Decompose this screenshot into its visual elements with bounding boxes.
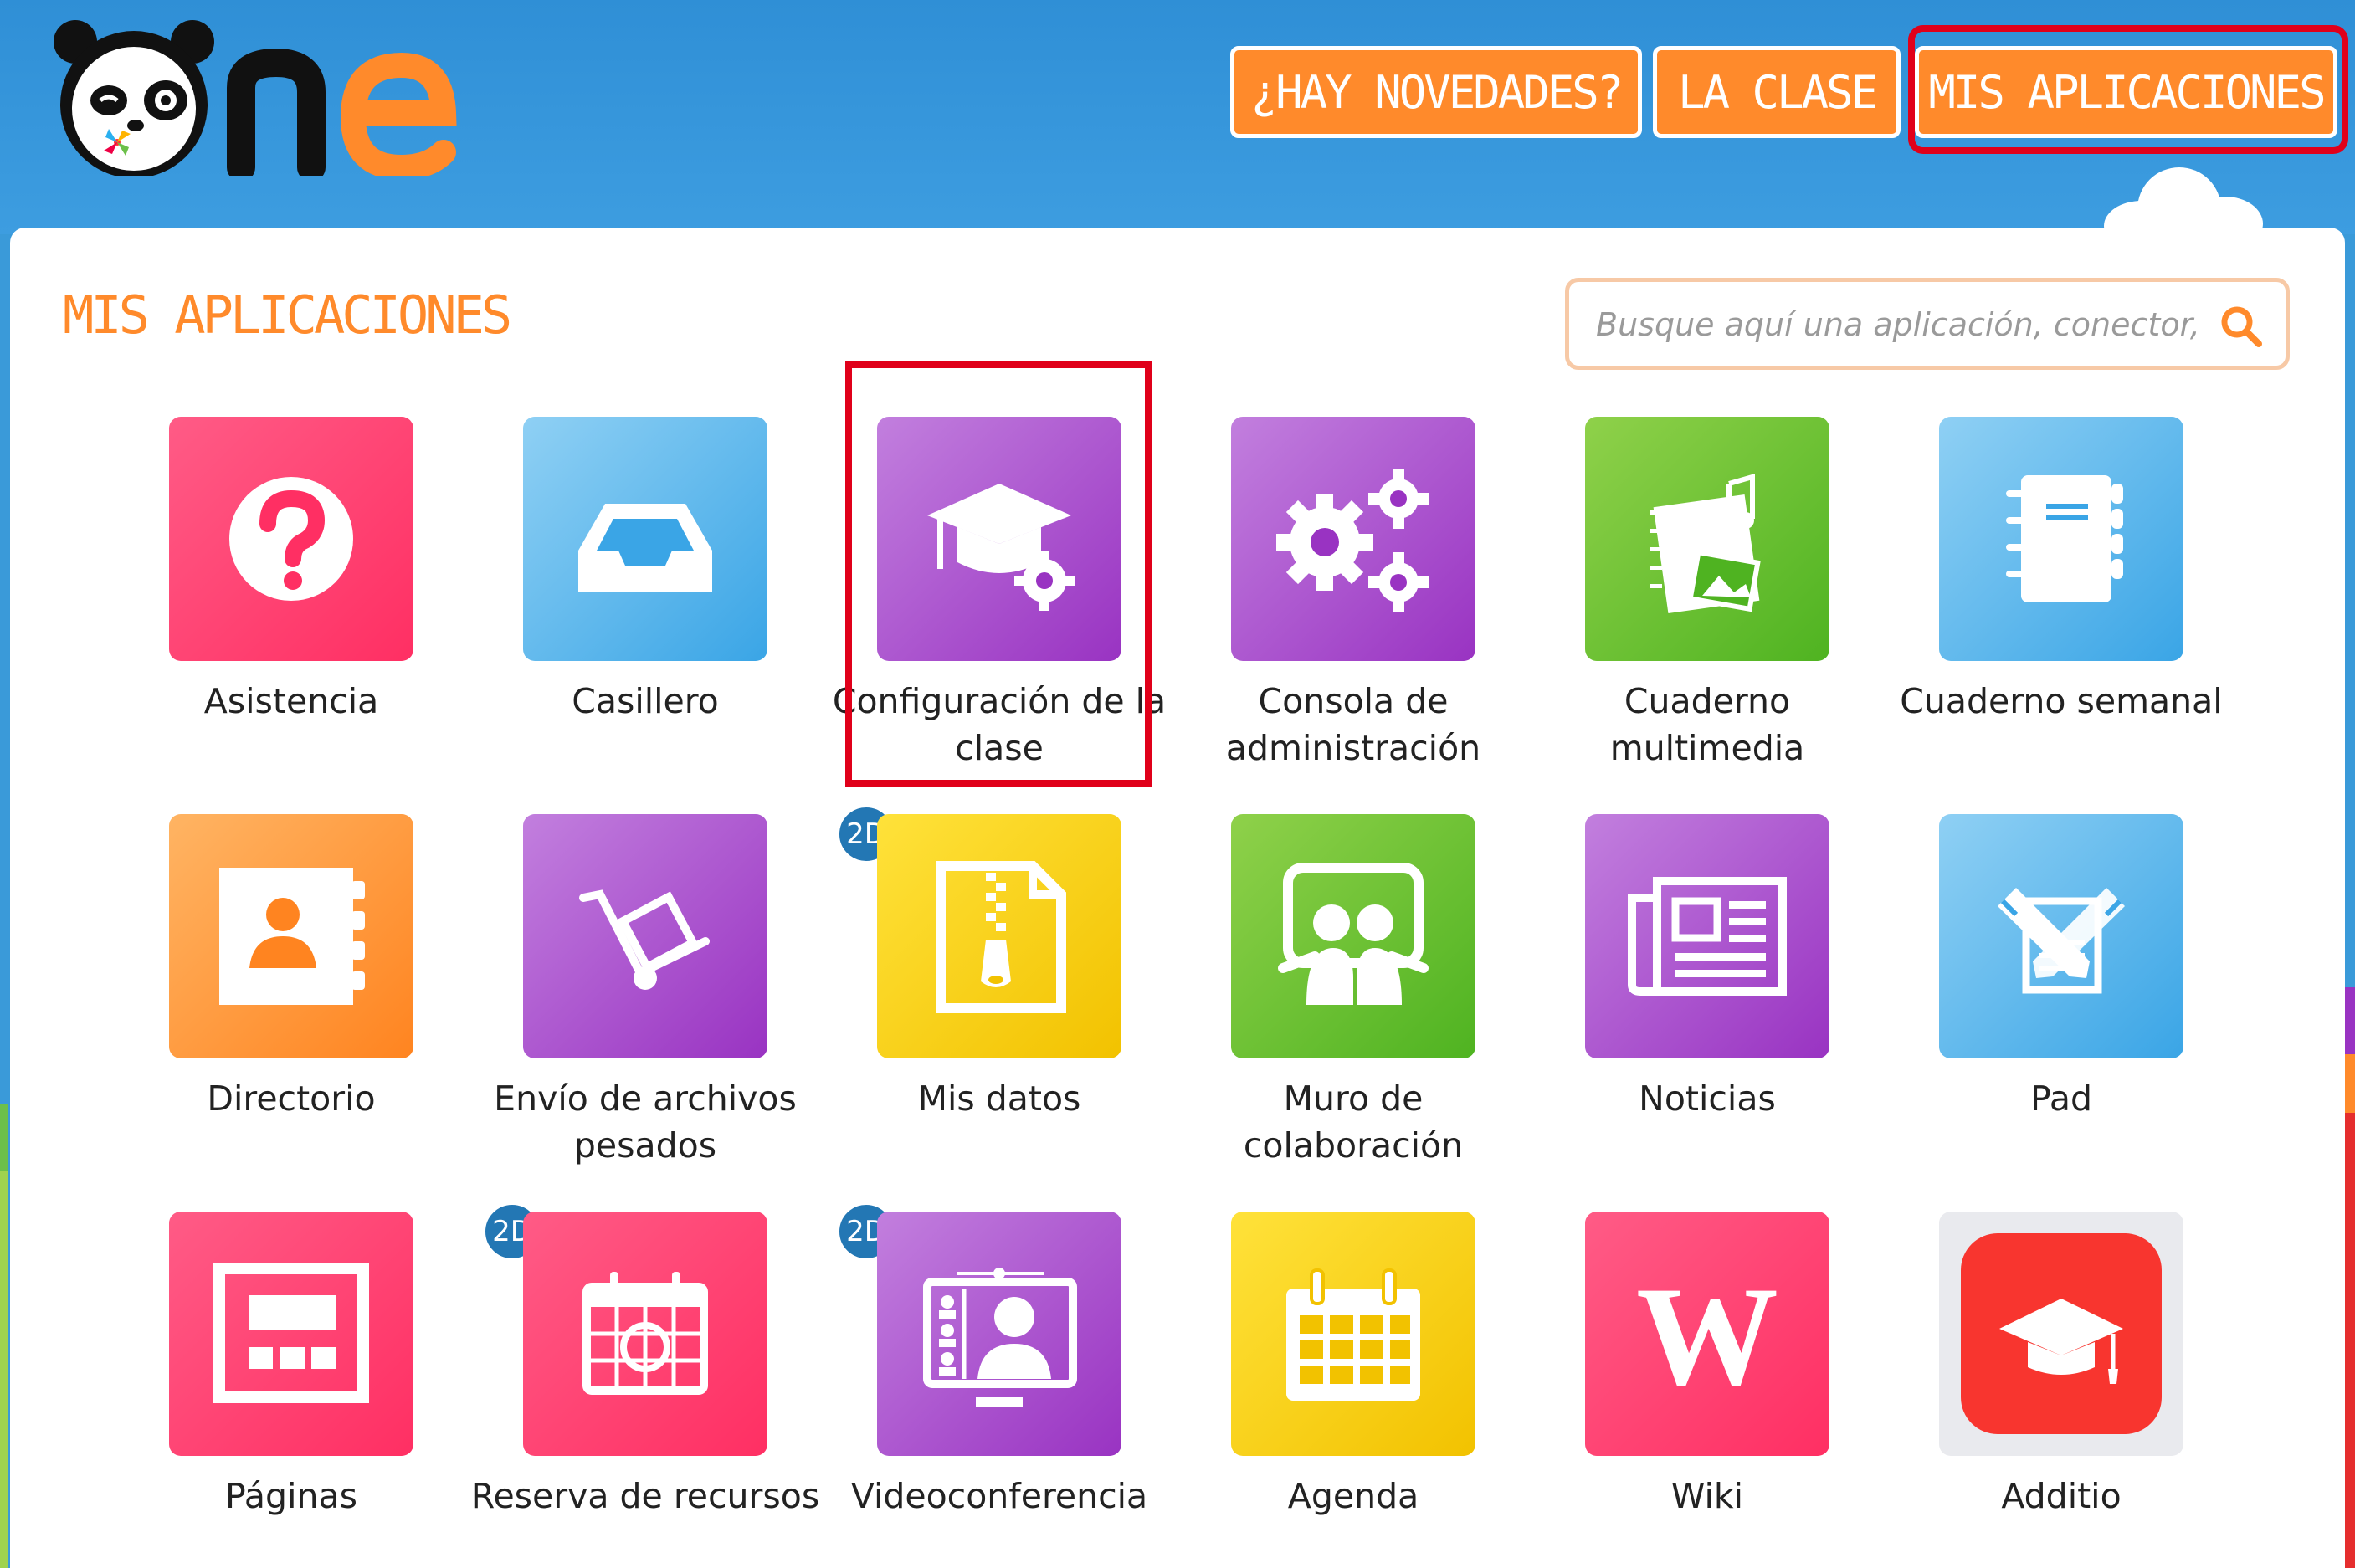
app-label: Additio — [2001, 1476, 2122, 1516]
app-tile[interactable] — [1231, 814, 1475, 1058]
additio-cap-icon — [1961, 1233, 2162, 1434]
nav-la-clase-button[interactable]: LA CLASE — [1653, 46, 1901, 138]
app-tile[interactable] — [1231, 1212, 1475, 1456]
app-tile[interactable] — [523, 814, 767, 1058]
edge-strip — [2345, 1054, 2355, 1113]
app-label: Mis datos — [917, 1079, 1081, 1119]
video-conference-icon — [923, 1268, 1077, 1407]
app-tile[interactable] — [877, 814, 1121, 1058]
app-label: Consola de administración — [1225, 681, 1481, 768]
app-tile[interactable] — [1585, 814, 1829, 1058]
app-tile[interactable] — [877, 417, 1121, 661]
app-tile[interactable] — [877, 1212, 1121, 1456]
app-label: Envío de archivos pesados — [494, 1079, 797, 1166]
app-label: Directorio — [207, 1079, 376, 1119]
app-label: Noticias — [1639, 1079, 1776, 1119]
notebook-icon — [2006, 475, 2123, 602]
calendar-booking-icon — [582, 1272, 708, 1395]
nav-mis-aplicaciones-label: MIS APLICACIONES — [1928, 65, 2326, 119]
search-input[interactable] — [1594, 297, 2200, 352]
app-label: Configuración de la clase — [832, 681, 1167, 768]
app-tile[interactable] — [1231, 417, 1475, 661]
inbox-tray-icon — [578, 504, 712, 592]
app-label: Cuaderno semanal — [1900, 681, 2223, 721]
app-tile[interactable] — [169, 814, 413, 1058]
app-label: Muro de colaboración — [1243, 1079, 1464, 1166]
edge-strip — [2345, 1113, 2355, 1568]
calendar-icon — [1286, 1268, 1420, 1401]
app-label: Casillero — [572, 681, 719, 721]
nav-la-clase-label: LA CLASE — [1677, 65, 1878, 119]
app-tile[interactable] — [1939, 417, 2183, 661]
app-tile[interactable] — [523, 417, 767, 661]
page-title: MIS APLICACIONES — [63, 284, 512, 346]
edge-strip — [0, 1171, 8, 1568]
graduation-cap-gear-icon — [927, 484, 1075, 611]
app-label: Reserva de recursos — [470, 1476, 820, 1516]
wiki-icon: W — [1636, 1258, 1778, 1415]
zip-file-icon — [936, 861, 1066, 1013]
gears-icon — [1276, 469, 1429, 612]
edge-strip — [2345, 987, 2355, 1054]
app-label: Asistencia — [203, 681, 379, 721]
question-icon — [229, 477, 353, 601]
contact-book-icon — [219, 868, 365, 1005]
collaboration-board-icon — [1278, 863, 1429, 1005]
app-label: Agenda — [1287, 1476, 1419, 1516]
app-label: Páginas — [225, 1476, 357, 1516]
one-logo[interactable] — [42, 17, 477, 182]
app-label: Wiki — [1670, 1476, 1744, 1516]
app-tile[interactable] — [169, 1212, 413, 1456]
search-icon[interactable] — [2219, 304, 2264, 349]
app-label: Pad — [2029, 1079, 2093, 1119]
app-tile[interactable] — [523, 1212, 767, 1456]
hand-truck-icon — [579, 889, 710, 990]
nav-hay-novedades-label: ¿HAY NOVEDADES? — [1250, 65, 1624, 119]
app-label: Videoconferencia — [850, 1476, 1148, 1516]
newspaper-icon — [1628, 877, 1787, 996]
pad-pencils-icon — [1998, 888, 2125, 994]
search-box[interactable] — [1565, 278, 2290, 370]
nav-mis-aplicaciones-button[interactable]: MIS APLICACIONES — [1915, 46, 2337, 138]
app-tile[interactable] — [1585, 417, 1829, 661]
app-tile[interactable] — [169, 417, 413, 661]
nav-hay-novedades-button[interactable]: ¿HAY NOVEDADES? — [1230, 46, 1642, 138]
multimedia-notebook-icon — [1650, 474, 1761, 614]
page-layout-icon — [213, 1263, 369, 1403]
edge-strip — [0, 1104, 8, 1171]
app-tile[interactable]: W — [1585, 1212, 1829, 1456]
app-label: Cuaderno multimedia — [1609, 681, 1805, 768]
svg-text:W: W — [1636, 1258, 1778, 1415]
app-tile[interactable] — [1939, 814, 2183, 1058]
app-tile[interactable] — [1939, 1212, 2183, 1456]
